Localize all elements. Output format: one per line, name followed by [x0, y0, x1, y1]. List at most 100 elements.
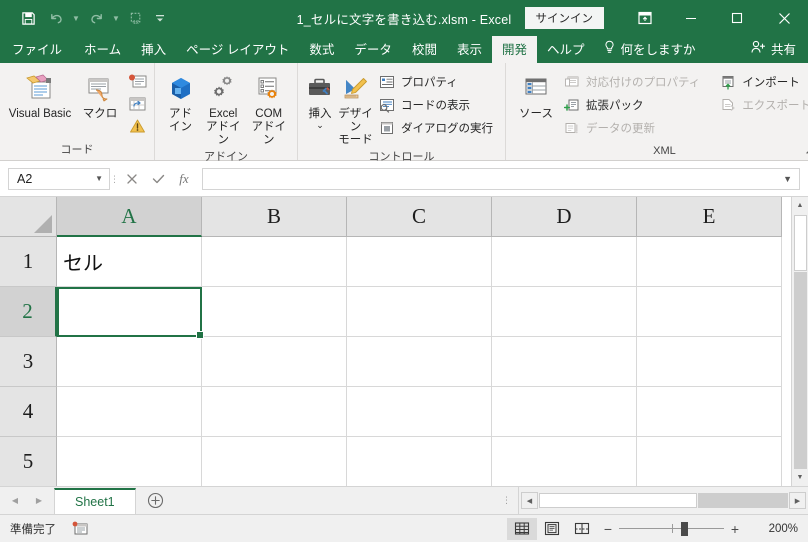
maximize-button[interactable]	[714, 0, 760, 36]
cell-c2[interactable]	[347, 287, 492, 337]
vertical-scrollbar[interactable]: ▲ ▼	[791, 197, 808, 486]
tell-me-box[interactable]: 何をしますか	[603, 36, 696, 63]
scroll-left-icon[interactable]: ◀	[521, 492, 538, 509]
zoom-slider-thumb[interactable]	[681, 521, 688, 536]
addins-button[interactable]: アド イン	[161, 69, 200, 134]
cell-c3[interactable]	[347, 337, 492, 387]
cell-b1[interactable]	[202, 237, 347, 287]
insert-control-button[interactable]: 挿入 ⌄	[304, 69, 336, 131]
cell-b3[interactable]	[202, 337, 347, 387]
expansion-pack-button[interactable]: 拡張パック	[560, 94, 706, 116]
cell-e1[interactable]	[637, 237, 782, 287]
ribbon-display-options-icon[interactable]	[622, 0, 668, 36]
run-dialog-button[interactable]: ダイアログの実行	[375, 117, 499, 139]
cell-a1[interactable]: セル	[57, 237, 202, 287]
minimize-button[interactable]	[668, 0, 714, 36]
undo-icon[interactable]	[42, 5, 70, 31]
next-sheet-icon[interactable]: ▶	[28, 488, 50, 514]
page-layout-view-button[interactable]	[537, 518, 567, 540]
zoom-out-button[interactable]: −	[597, 518, 619, 540]
tab-review[interactable]: 校閲	[402, 36, 447, 63]
cancel-icon[interactable]	[119, 168, 145, 190]
view-code-button[interactable]: コードの表示	[375, 94, 499, 116]
worksheet-grid[interactable]: A B C D E 1 2 3 4 5 セル	[0, 197, 791, 486]
signin-button[interactable]: サインイン	[524, 7, 604, 29]
row-header-5[interactable]: 5	[0, 437, 57, 486]
cell-a3[interactable]	[57, 337, 202, 387]
close-button[interactable]	[760, 0, 808, 36]
tab-formulas[interactable]: 数式	[299, 36, 344, 63]
tab-help[interactable]: ヘルプ	[537, 36, 595, 63]
save-icon[interactable]	[14, 5, 42, 31]
horizontal-scroll-track[interactable]	[698, 493, 788, 508]
cell-e2[interactable]	[637, 287, 782, 337]
cell-a5[interactable]	[57, 437, 202, 486]
formula-input[interactable]: ▼	[202, 167, 800, 190]
com-addins-button[interactable]: COM アドイン	[246, 69, 291, 148]
cell-b5[interactable]	[202, 437, 347, 486]
name-box-chevron-down-icon[interactable]: ▼	[95, 174, 103, 183]
tab-file[interactable]: ファイル	[0, 36, 74, 63]
redo-icon[interactable]	[82, 5, 110, 31]
row-header-2[interactable]: 2	[0, 287, 57, 337]
cell-c5[interactable]	[347, 437, 492, 486]
cell-d1[interactable]	[492, 237, 637, 287]
macro-button[interactable]: マクロ	[74, 69, 126, 121]
column-header-b[interactable]: B	[202, 197, 347, 237]
relative-reference-icon[interactable]	[126, 94, 148, 115]
column-header-e[interactable]: E	[637, 197, 782, 237]
scroll-up-icon[interactable]: ▲	[791, 197, 808, 214]
row-header-3[interactable]: 3	[0, 337, 57, 387]
zoom-in-button[interactable]: +	[724, 518, 746, 540]
xml-source-button[interactable]: ソース	[512, 69, 560, 121]
cell-c1[interactable]	[347, 237, 492, 287]
row-header-1[interactable]: 1	[0, 237, 57, 287]
cell-e5[interactable]	[637, 437, 782, 486]
undo-dropdown-caret-icon[interactable]: ▼	[70, 5, 82, 31]
enter-icon[interactable]	[145, 168, 171, 190]
autofill-icon[interactable]: 12	[122, 5, 150, 31]
tab-insert[interactable]: 挿入	[131, 36, 176, 63]
select-all-corner[interactable]	[0, 197, 57, 237]
tab-page-layout[interactable]: ページ レイアウト	[176, 36, 299, 63]
record-macro-status-icon[interactable]	[72, 521, 88, 536]
cell-d4[interactable]	[492, 387, 637, 437]
cell-c4[interactable]	[347, 387, 492, 437]
sheet-tab-sheet1[interactable]: Sheet1	[54, 488, 136, 514]
zoom-level-label[interactable]: 200%	[746, 523, 798, 535]
tab-home[interactable]: ホーム	[74, 36, 131, 63]
visual-basic-button[interactable]: Visual Basic	[6, 69, 74, 121]
properties-button[interactable]: プロパティ	[375, 71, 499, 93]
row-header-4[interactable]: 4	[0, 387, 57, 437]
zoom-slider[interactable]	[619, 518, 724, 540]
cell-e4[interactable]	[637, 387, 782, 437]
horizontal-scrollbar[interactable]: ◀ ▶	[518, 487, 808, 514]
vertical-scroll-thumb[interactable]	[793, 215, 807, 271]
cell-a4[interactable]	[57, 387, 202, 437]
column-header-a[interactable]: A	[57, 197, 202, 237]
cell-d2[interactable]	[492, 287, 637, 337]
tab-view[interactable]: 表示	[447, 36, 492, 63]
expand-formula-bar-icon[interactable]: ▼	[783, 174, 792, 184]
cell-b4[interactable]	[202, 387, 347, 437]
record-macro-icon[interactable]	[126, 72, 148, 93]
chevron-down-icon[interactable]: ⌄	[316, 120, 324, 130]
cell-b2[interactable]	[202, 287, 347, 337]
horizontal-scroll-thumb[interactable]	[539, 493, 697, 508]
customize-qat-icon[interactable]	[150, 5, 170, 31]
tab-developer[interactable]: 開発	[491, 36, 537, 63]
page-break-view-button[interactable]	[567, 518, 597, 540]
excel-addins-button[interactable]: Excel アドイン	[200, 69, 246, 148]
prev-sheet-icon[interactable]: ◀	[4, 488, 26, 514]
tab-data[interactable]: データ	[344, 36, 402, 63]
scroll-down-icon[interactable]: ▼	[791, 469, 808, 486]
normal-view-button[interactable]	[507, 517, 537, 540]
cell-a2[interactable]	[57, 287, 204, 339]
scroll-right-icon[interactable]: ▶	[789, 492, 806, 509]
sheet-bar-resize-handle[interactable]: ⋮	[502, 495, 512, 506]
import-button[interactable]: インポート	[716, 71, 808, 93]
fx-icon[interactable]: fx	[171, 168, 197, 190]
share-button[interactable]: 共有	[751, 36, 808, 63]
add-sheet-icon[interactable]	[136, 487, 176, 514]
cell-d5[interactable]	[492, 437, 637, 486]
